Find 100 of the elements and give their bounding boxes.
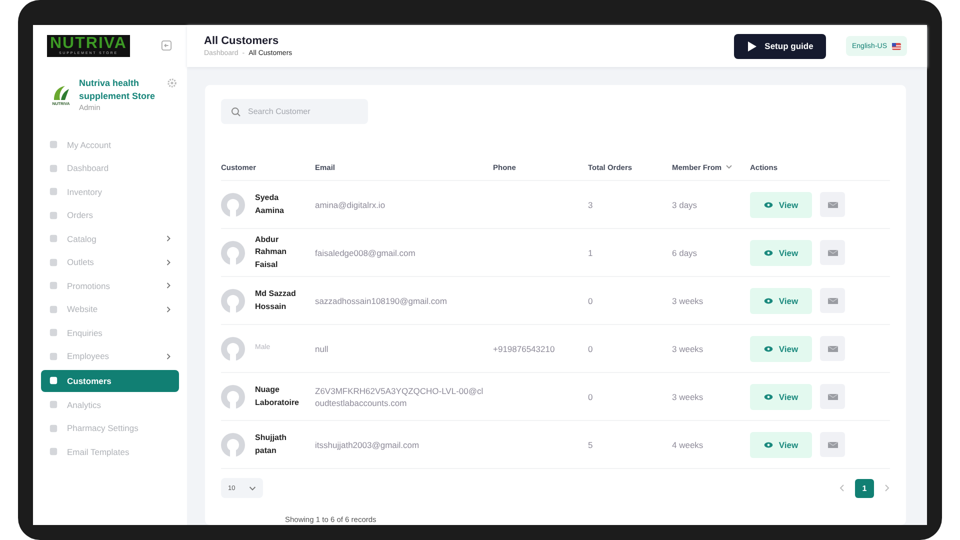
caret-icon — [249, 486, 256, 490]
avatar-icon — [221, 192, 245, 216]
nav-icon — [49, 304, 58, 314]
avatar-icon — [221, 240, 245, 264]
collapse-icon[interactable] — [161, 40, 172, 52]
email-button[interactable] — [820, 240, 845, 265]
avatar-icon — [221, 288, 245, 312]
nav-icon — [49, 400, 58, 410]
nav-icon — [49, 187, 58, 196]
eye-icon — [764, 250, 773, 256]
chevron-right-icon — [166, 306, 171, 313]
customer-name: Syeda Aamina — [255, 192, 285, 216]
eye-icon — [764, 298, 773, 304]
next-page-icon[interactable] — [884, 484, 890, 492]
sidebar-item[interactable]: Email Templates — [41, 442, 179, 462]
member-from-cell: 3 weeks — [672, 344, 704, 354]
sidebar-item[interactable]: Dashboard — [41, 158, 179, 178]
email-cell-text: sazzadhossain108190@gmail.com — [315, 294, 448, 306]
nav-icon — [49, 258, 58, 267]
envelope-icon — [828, 298, 838, 304]
nav-icon — [49, 281, 58, 290]
nav-icon — [49, 376, 58, 385]
view-button[interactable]: View — [750, 192, 812, 218]
nav-icon — [49, 164, 58, 173]
sidebar-item[interactable]: Website — [41, 299, 179, 320]
sidebar-item[interactable]: Catalog — [41, 228, 179, 249]
email-button[interactable] — [820, 336, 845, 361]
email-cell-text: amina@digitalrx.io — [315, 198, 386, 210]
customer-name: Md Sazzad Hossain — [255, 288, 297, 312]
member-from-cell: 4 weeks — [672, 440, 704, 450]
search-icon — [231, 106, 241, 116]
nav-icon — [49, 352, 58, 361]
email-cell-text: itsshujjath2003@gmail.com — [315, 438, 420, 450]
sidebar-item[interactable]: Outlets — [41, 252, 179, 272]
eye-icon — [764, 202, 773, 208]
sidebar-item[interactable]: My Account — [41, 134, 179, 155]
envelope-icon — [828, 202, 838, 208]
customer-name: Nuage Laboratoire — [255, 384, 300, 408]
email-cell-text: null — [315, 342, 330, 354]
member-from-cell: 6 days — [672, 248, 698, 258]
envelope-icon — [828, 346, 838, 352]
view-button[interactable]: View — [750, 336, 812, 362]
nav-icon — [49, 140, 58, 150]
customer-name: Abdur Rahman Faisal — [255, 234, 288, 271]
envelope-icon — [828, 442, 838, 448]
view-button[interactable]: View — [750, 240, 812, 266]
phone-cell: +919876543210 — [493, 344, 555, 354]
envelope-icon — [828, 394, 838, 400]
orders-cell: 1 — [588, 248, 593, 258]
view-button[interactable]: View — [750, 384, 812, 410]
envelope-icon — [828, 250, 838, 256]
play-icon — [746, 40, 757, 52]
store-name: Nutriva health supplement Store — [79, 76, 156, 102]
previous-page-icon[interactable] — [839, 484, 845, 492]
sidebar-item[interactable]: Employees — [41, 346, 179, 366]
sort-caret-icon[interactable] — [726, 165, 732, 169]
flag-icon — [892, 42, 901, 50]
nav-icon — [49, 234, 58, 244]
email-button[interactable] — [820, 384, 845, 409]
nav-icon — [49, 447, 58, 456]
avatar-icon — [221, 432, 245, 456]
sidebar-item[interactable]: Promotions — [41, 276, 179, 296]
email-button[interactable] — [820, 288, 845, 313]
sidebar-item[interactable]: Orders — [41, 205, 179, 226]
member-from-cell: 3 weeks — [672, 392, 704, 402]
member-from-cell: 3 weeks — [672, 296, 704, 306]
avatar-icon — [221, 336, 245, 360]
nav-icon — [49, 210, 58, 220]
email-button[interactable] — [820, 192, 845, 217]
sidebar-item[interactable]: Pharmacy Settings — [41, 418, 179, 438]
orders-cell: 0 — [588, 344, 593, 354]
chevron-right-icon — [166, 258, 171, 266]
orders-cell: 0 — [588, 392, 593, 402]
sidebar-item[interactable]: Enquiries — [41, 322, 179, 343]
eye-icon — [764, 442, 773, 448]
chevron-right-icon — [166, 282, 171, 290]
view-button[interactable]: View — [750, 288, 812, 314]
orders-cell: 5 — [588, 440, 593, 450]
eye-icon — [764, 346, 773, 352]
sidebar-item[interactable]: Customers — [41, 370, 179, 392]
search-field[interactable]: Search Customer — [221, 99, 368, 124]
sidebar-item[interactable]: Inventory — [41, 182, 179, 202]
chevron-right-icon — [166, 235, 171, 242]
eye-icon — [764, 394, 773, 400]
page-title: All Customers — [204, 35, 280, 47]
email-cell-text: faisaledge008@gmail.com — [315, 246, 416, 258]
orders-cell: 0 — [588, 296, 593, 306]
orders-cell: 3 — [588, 200, 593, 210]
email-button[interactable] — [820, 432, 845, 457]
view-button[interactable]: View — [750, 432, 812, 458]
avatar-icon — [221, 384, 245, 408]
email-cell-text: Z6V3MFKRH62V5A3YQZQCHO-LVL-00@cloudtestlabaccounts.com — [315, 384, 484, 408]
nav-icon — [49, 328, 58, 338]
member-from-cell: 3 days — [672, 200, 698, 210]
chevron-right-icon — [166, 352, 171, 360]
setup-guide-button[interactable]: Setup guide — [734, 34, 826, 58]
page-button[interactable]: 1 — [855, 478, 874, 498]
settings-icon[interactable] — [167, 78, 177, 88]
sidebar-item[interactable]: Analytics — [41, 394, 179, 415]
customer-name: Shujjath patan — [255, 432, 288, 457]
